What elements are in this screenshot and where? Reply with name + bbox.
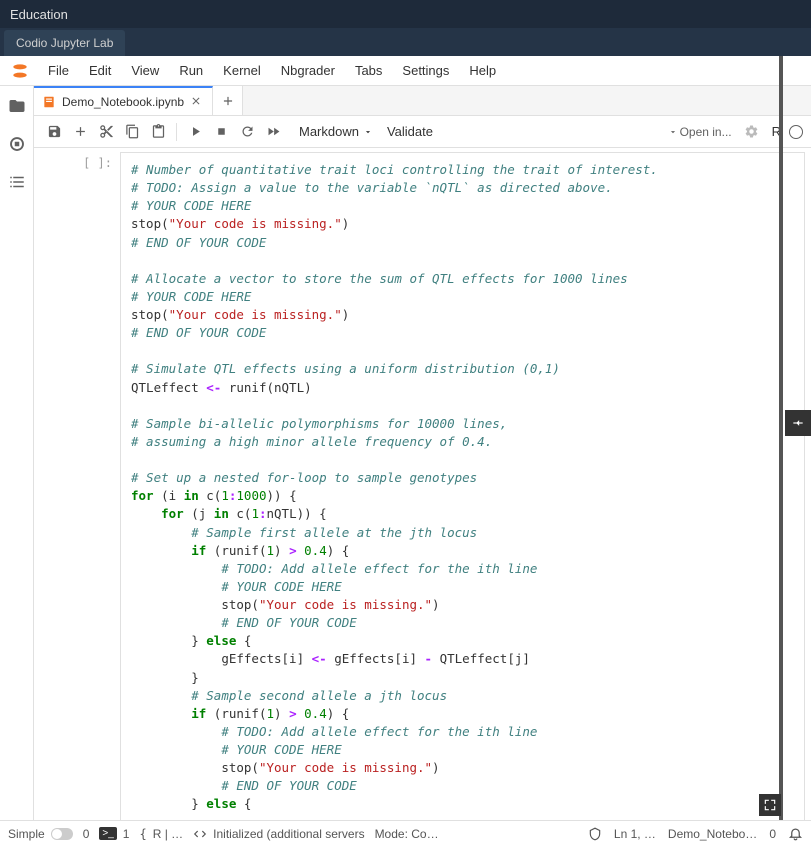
add-cell-icon[interactable] [68,120,92,144]
right-panel-edge[interactable] [779,56,783,820]
restart-run-all-icon[interactable] [261,120,285,144]
menu-settings[interactable]: Settings [392,58,459,83]
status-log-count: 0 [769,827,776,841]
toggle-icon[interactable] [51,828,73,840]
chevron-down-icon [363,127,373,137]
status-mode: Mode: Co… [375,827,439,841]
notebook-icon [42,95,56,109]
titlebar-label: Education [10,7,68,22]
code-cell[interactable]: [ ]: # Number of quantitative trait loci… [40,152,805,820]
menu-nbgrader[interactable]: Nbgrader [271,58,345,83]
codio-tab[interactable]: Codio Jupyter Lab [4,30,125,56]
menu-help[interactable]: Help [459,58,506,83]
running-icon[interactable] [7,134,27,154]
status-tabs[interactable]: { R | … [139,827,183,841]
cell-type-dropdown[interactable]: Markdown [295,122,377,141]
code-icon [193,827,207,841]
notebook-toolbar: Markdown Validate Open in... R [34,116,811,148]
cell-prompt: [ ]: [40,152,120,820]
notebook-body[interactable]: [ ]: # Number of quantitative trait loci… [34,148,811,820]
shield-icon[interactable] [588,827,602,841]
codio-tab-bar: Codio Jupyter Lab [0,28,811,56]
status-lsp[interactable]: Initialized (additional servers [193,827,364,841]
cell-editor[interactable]: # Number of quantitative trait loci cont… [120,152,805,820]
folder-icon[interactable] [7,96,27,116]
save-icon[interactable] [42,120,66,144]
fullscreen-icon[interactable] [759,794,781,816]
validate-button[interactable]: Validate [379,122,441,141]
notebook-tab[interactable]: Demo_Notebook.ipynb [34,86,213,115]
status-notebook-name: Demo_Notebo… [668,827,757,841]
stop-icon[interactable] [209,120,233,144]
window-titlebar: Education [0,0,811,28]
status-terminal[interactable]: >_ 1 [99,827,129,841]
menu-tabs[interactable]: Tabs [345,58,392,83]
paste-icon[interactable] [146,120,170,144]
run-icon[interactable] [183,120,207,144]
gear-icon[interactable] [740,120,764,144]
activity-bar [0,86,34,820]
status-simple[interactable]: Simple [8,827,73,841]
menu-file[interactable]: File [38,58,79,83]
status-line-col[interactable]: Ln 1, … [614,827,656,841]
cut-icon[interactable] [94,120,118,144]
notebook-tab-label: Demo_Notebook.ipynb [62,95,184,109]
collapse-right-panel-icon[interactable] [785,410,811,436]
status-count: 0 [83,827,90,841]
kernel-status-icon [789,125,803,139]
chevron-down-icon [668,127,678,137]
menu-edit[interactable]: Edit [79,58,121,83]
close-icon[interactable] [190,95,204,109]
menu-run[interactable]: Run [169,58,213,83]
terminal-icon: >_ [99,827,116,840]
restart-icon[interactable] [235,120,259,144]
copy-icon[interactable] [120,120,144,144]
add-tab-button[interactable] [213,86,243,115]
document-tab-bar: Demo_Notebook.ipynb [34,86,811,116]
bell-icon[interactable] [788,826,803,841]
open-in-dropdown[interactable]: Open in... [668,125,732,139]
menu-view[interactable]: View [121,58,169,83]
menu-kernel[interactable]: Kernel [213,58,271,83]
toc-icon[interactable] [7,172,27,192]
menu-bar: File Edit View Run Kernel Nbgrader Tabs … [0,56,811,86]
status-bar: Simple 0 >_ 1 { R | … Initialized (addit… [0,820,811,846]
brace-icon: { [139,827,146,841]
jupyter-logo-icon [6,57,34,85]
